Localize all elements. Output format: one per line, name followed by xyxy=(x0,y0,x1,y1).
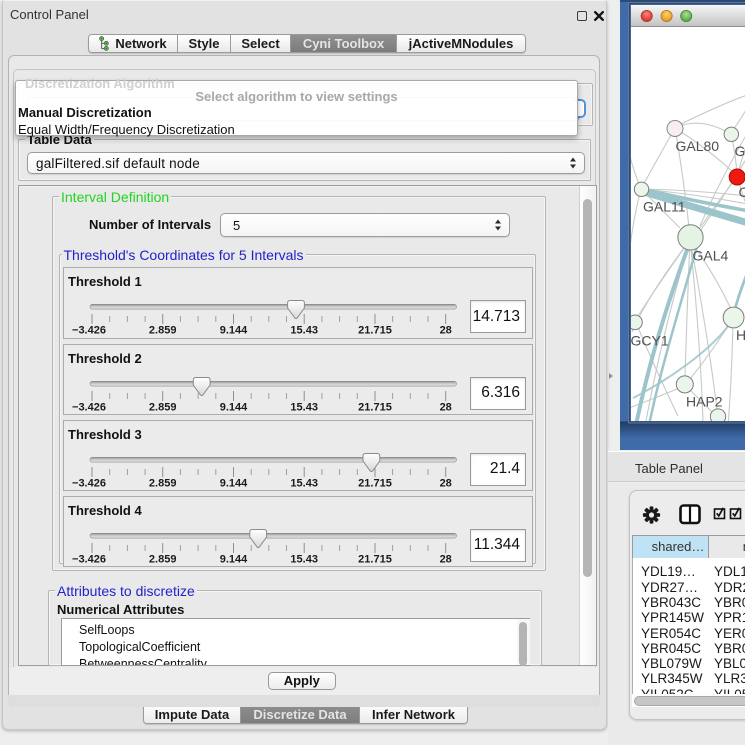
svg-text:21.715: 21.715 xyxy=(358,401,392,413)
svg-text:GA: GA xyxy=(735,143,745,159)
svg-text:28: 28 xyxy=(440,401,452,413)
svg-text:2.859: 2.859 xyxy=(149,401,177,413)
svg-text:GAL80: GAL80 xyxy=(676,138,720,154)
svg-text:21.715: 21.715 xyxy=(358,325,392,337)
svg-text:C: C xyxy=(739,184,745,200)
svg-text:28: 28 xyxy=(440,477,452,489)
svg-text:H: H xyxy=(736,327,745,343)
svg-text:15.43: 15.43 xyxy=(290,325,318,337)
svg-text:−3.426: −3.426 xyxy=(72,401,106,413)
svg-text:−3.426: −3.426 xyxy=(72,325,106,337)
svg-text:GAL11: GAL11 xyxy=(643,199,686,215)
svg-text:−3.426: −3.426 xyxy=(72,553,106,565)
svg-text:GCY1: GCY1 xyxy=(631,333,669,349)
svg-text:−3.426: −3.426 xyxy=(72,477,106,489)
svg-text:9.144: 9.144 xyxy=(220,325,248,337)
svg-text:GAL4: GAL4 xyxy=(693,248,729,264)
svg-text:15.43: 15.43 xyxy=(290,553,318,565)
svg-text:2.859: 2.859 xyxy=(149,553,177,565)
svg-text:9.144: 9.144 xyxy=(220,401,248,413)
svg-text:21.715: 21.715 xyxy=(358,477,392,489)
svg-text:9.144: 9.144 xyxy=(220,477,248,489)
svg-text:28: 28 xyxy=(440,553,452,565)
svg-text:15.43: 15.43 xyxy=(290,401,318,413)
svg-text:15.43: 15.43 xyxy=(290,477,318,489)
svg-text:2.859: 2.859 xyxy=(149,325,177,337)
svg-text:21.715: 21.715 xyxy=(358,553,392,565)
svg-text:2.859: 2.859 xyxy=(149,477,177,489)
svg-text:9.144: 9.144 xyxy=(220,553,248,565)
svg-text:28: 28 xyxy=(440,325,452,337)
svg-text:HAP2: HAP2 xyxy=(686,394,723,410)
